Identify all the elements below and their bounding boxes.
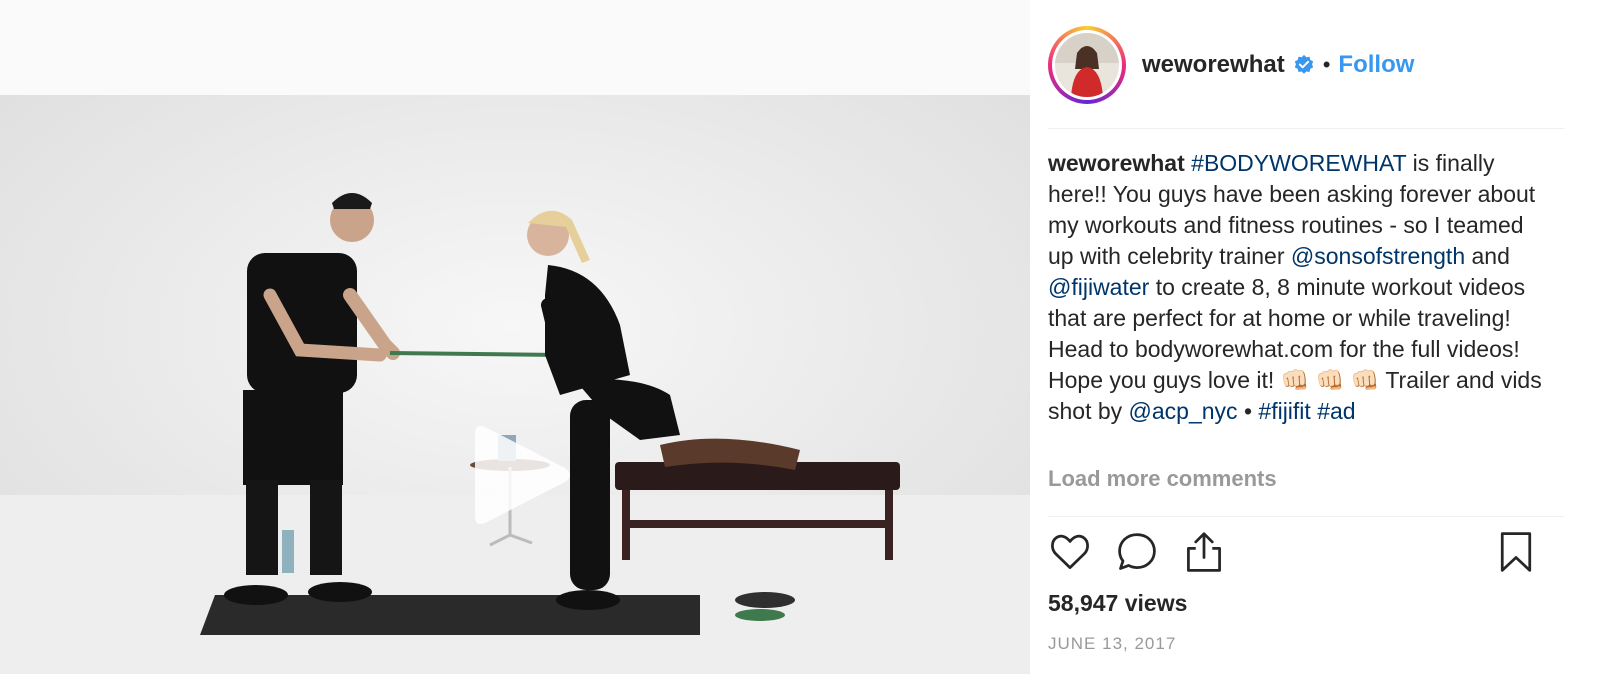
heart-icon[interactable] [1048,530,1092,574]
hashtag-link[interactable]: #BODYWOREWHAT [1191,150,1406,176]
divider [1048,128,1564,129]
bookmark-icon[interactable] [1494,530,1538,574]
avatar[interactable] [1048,26,1126,104]
floor-disc [735,609,785,621]
share-upload-icon[interactable] [1182,530,1226,574]
post-header: weworewhat • Follow [1048,24,1568,106]
video-frame [0,95,1030,674]
caption-text-segment: • [1237,398,1259,424]
hashtag-link[interactable]: #fijifit [1258,398,1310,424]
caption-username[interactable]: weworewhat [1048,150,1185,176]
mention-link[interactable]: @acp_nyc [1129,398,1238,424]
caption-text-segment: and [1465,243,1510,269]
mention-link[interactable]: @fijiwater [1048,274,1149,300]
username-link[interactable]: weworewhat [1142,51,1285,79]
caption-text: #BODYWOREWHAT is finally here!! You guys… [1048,150,1542,424]
resistance-band [389,351,561,357]
verified-badge-icon [1294,54,1313,74]
post-sidebar: weworewhat • Follow weworewhat #BODYWORE… [1048,0,1568,674]
post-media [0,0,1030,674]
hashtag-link[interactable]: #ad [1317,398,1355,424]
action-bar [1048,530,1568,580]
divider [1048,516,1564,517]
water-bottle [282,530,294,573]
separator-dot: • [1322,52,1331,77]
play-icon[interactable] [465,420,575,530]
comment-bubble-icon[interactable] [1115,530,1159,574]
post-date: JUNE 13, 2017 [1048,634,1177,653]
load-more-comments-button[interactable]: Load more comments [1048,466,1277,492]
caption: weworewhat #BODYWOREWHAT is finally here… [1048,148,1548,427]
mention-link[interactable]: @sonsofstrength [1291,243,1465,269]
profile-photo [1055,33,1119,97]
view-count: 58,947 views [1048,590,1188,616]
floor-disc [735,592,795,608]
follow-button[interactable]: Follow [1338,51,1414,79]
video-player[interactable] [0,95,1030,674]
